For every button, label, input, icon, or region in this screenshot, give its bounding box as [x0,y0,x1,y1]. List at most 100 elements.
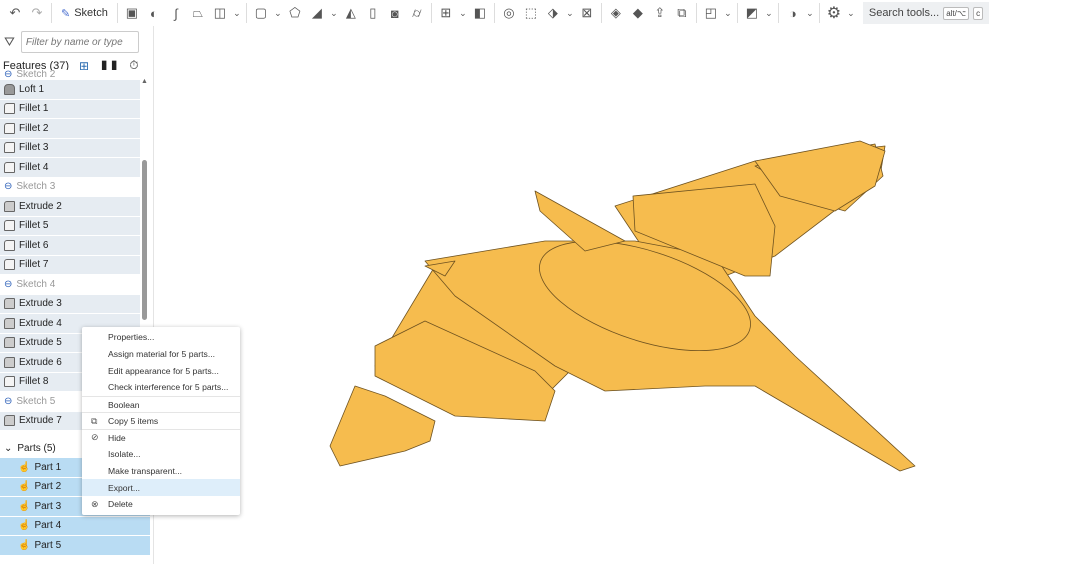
feature-item[interactable]: Fillet 7 [0,255,140,275]
undo-icon[interactable]: ↶ [4,2,26,24]
chevron-down-icon[interactable]: ⌄ [564,2,576,24]
divider [818,3,820,23]
part-item[interactable]: ☝ Part 4 [0,516,150,536]
delete-icon: ⊗ [91,498,99,509]
draft-icon[interactable]: ◢ [306,2,328,24]
split-icon[interactable]: ⬚ [520,2,542,24]
feature-label: Extrude 6 [19,356,62,368]
part-icon: ☝ [18,461,31,473]
feature-item[interactable]: Extrude 3 [0,294,140,314]
feature-item[interactable]: Extrude 2 [0,197,140,217]
feature-item[interactable]: ⊖ Sketch 2 [0,70,140,80]
part-label: Part 5 [34,539,62,551]
revolve-icon[interactable]: ◐ [143,2,165,24]
loft-icon [4,83,15,95]
extrude-icon[interactable]: ▣ [121,2,143,24]
loft-icon[interactable]: ⏢ [187,2,209,24]
feature-item[interactable]: Fillet 2 [0,119,140,139]
menu-item[interactable]: Properties... [82,329,240,346]
menu-item[interactable]: ⊗ Delete [82,496,240,513]
pencil-icon: ✎ [61,7,71,20]
menu-item[interactable]: Make transparent... [82,463,240,480]
feature-label: Extrude 7 [19,415,62,427]
3d-viewport[interactable] [155,26,1080,564]
fillet-icon [4,376,15,388]
surface-icon[interactable]: ◑ [782,2,804,24]
chevron-down-icon[interactable]: ⌄ [4,443,12,454]
scroll-up-icon[interactable]: ▲ [141,78,148,85]
rib-icon[interactable]: ◭ [340,2,362,24]
chevron-down-icon[interactable]: ⌄ [722,2,734,24]
part-icon: ☝ [18,500,31,512]
gear-icon[interactable]: ⚙ [823,2,845,24]
fillet-icon [4,259,15,271]
feature-label: Fillet 4 [19,161,49,173]
chevron-down-icon[interactable]: ⌄ [845,2,857,24]
chamfer-icon[interactable]: ⬠ [284,2,306,24]
feature-item[interactable]: Fillet 3 [0,138,140,158]
filter-icon[interactable]: ⛛ [4,34,15,50]
menu-item-label: Isolate... [108,449,141,460]
part-icon: ☝ [18,481,31,493]
sheet-metal-icon[interactable]: ◩ [741,2,763,24]
feature-item[interactable]: Fillet 1 [0,99,140,119]
chevron-down-icon[interactable]: ⌄ [457,2,469,24]
feature-item[interactable]: Fillet 5 [0,216,140,236]
menu-item-label: Make transparent... [108,465,183,476]
menu-item-label: Delete [108,499,133,510]
menu-item[interactable]: Edit appearance for 5 parts... [82,362,240,379]
move-face-icon[interactable]: ⇪ [649,2,671,24]
feature-item[interactable]: ⊖ Sketch 3 [0,177,140,197]
replace-face-icon[interactable]: ⧉ [671,2,693,24]
pattern-icon[interactable]: ⊞ [435,2,457,24]
menu-item[interactable]: Export... [82,479,240,496]
thicken-icon[interactable]: ◫ [209,2,231,24]
scrollbar-thumb[interactable] [142,160,147,320]
menu-item-label: Export... [108,482,140,493]
fillet-icon [4,161,15,173]
menu-item[interactable]: Boolean [82,395,240,413]
menu-item[interactable]: Assign material for 5 parts... [82,346,240,363]
chevron-down-icon[interactable]: ⌄ [231,2,243,24]
delete-face-icon[interactable]: ◆ [627,2,649,24]
shell-icon[interactable]: ▯ [362,2,384,24]
redo-icon[interactable]: ↷ [26,2,48,24]
divider [430,3,432,23]
scrollbar[interactable]: ▲ [141,78,148,320]
cylinder-icon[interactable]: ⌭ [406,2,428,24]
filter-input[interactable] [20,31,139,53]
chevron-down-icon[interactable]: ⌄ [272,2,284,24]
menu-item[interactable]: ⊘ Hide [82,429,240,446]
menu-item[interactable]: ⧉ Copy 5 items [82,412,240,429]
chevron-down-icon[interactable]: ⌄ [804,2,816,24]
divider [245,3,247,23]
feature-item[interactable]: ⊖ Sketch 4 [0,275,140,295]
sketch-button[interactable]: ✎ Sketch [55,7,114,20]
hole-icon[interactable]: ◙ [384,2,406,24]
sweep-icon[interactable]: ∫ [165,2,187,24]
chevron-down-icon[interactable]: ⌄ [328,2,340,24]
menu-item[interactable]: Isolate... [82,446,240,463]
boolean-icon[interactable]: ◎ [498,2,520,24]
mirror-icon[interactable]: ◧ [469,2,491,24]
shortcut-key: alt/⌥ [943,6,970,20]
sketch-icon: ⊖ [4,278,13,290]
menu-item-label: Check interference for 5 parts... [108,382,229,393]
menu-item-label: Hide [108,432,126,443]
chevron-down-icon[interactable]: ⌄ [763,2,775,24]
feature-item[interactable]: Loft 1 [0,80,140,100]
divider [777,3,779,23]
search-tools-button[interactable]: Search tools... alt/⌥ c [862,2,990,24]
context-menu: Properties... Assign material for 5 parts… [82,327,240,515]
modify-fillet-icon[interactable]: ◈ [605,2,627,24]
model-view[interactable] [155,26,1080,564]
menu-item[interactable]: Check interference for 5 parts... [82,379,240,396]
feature-item[interactable]: Fillet 6 [0,236,140,256]
feature-label: Extrude 4 [19,317,62,329]
transform-icon[interactable]: ⬗ [542,2,564,24]
delete-part-icon[interactable]: ⊠ [576,2,598,24]
fillet-icon[interactable]: ▢ [250,2,272,24]
plane-icon[interactable]: ◰ [700,2,722,24]
part-item[interactable]: ☝ Part 5 [0,536,150,556]
feature-item[interactable]: Fillet 4 [0,158,140,178]
